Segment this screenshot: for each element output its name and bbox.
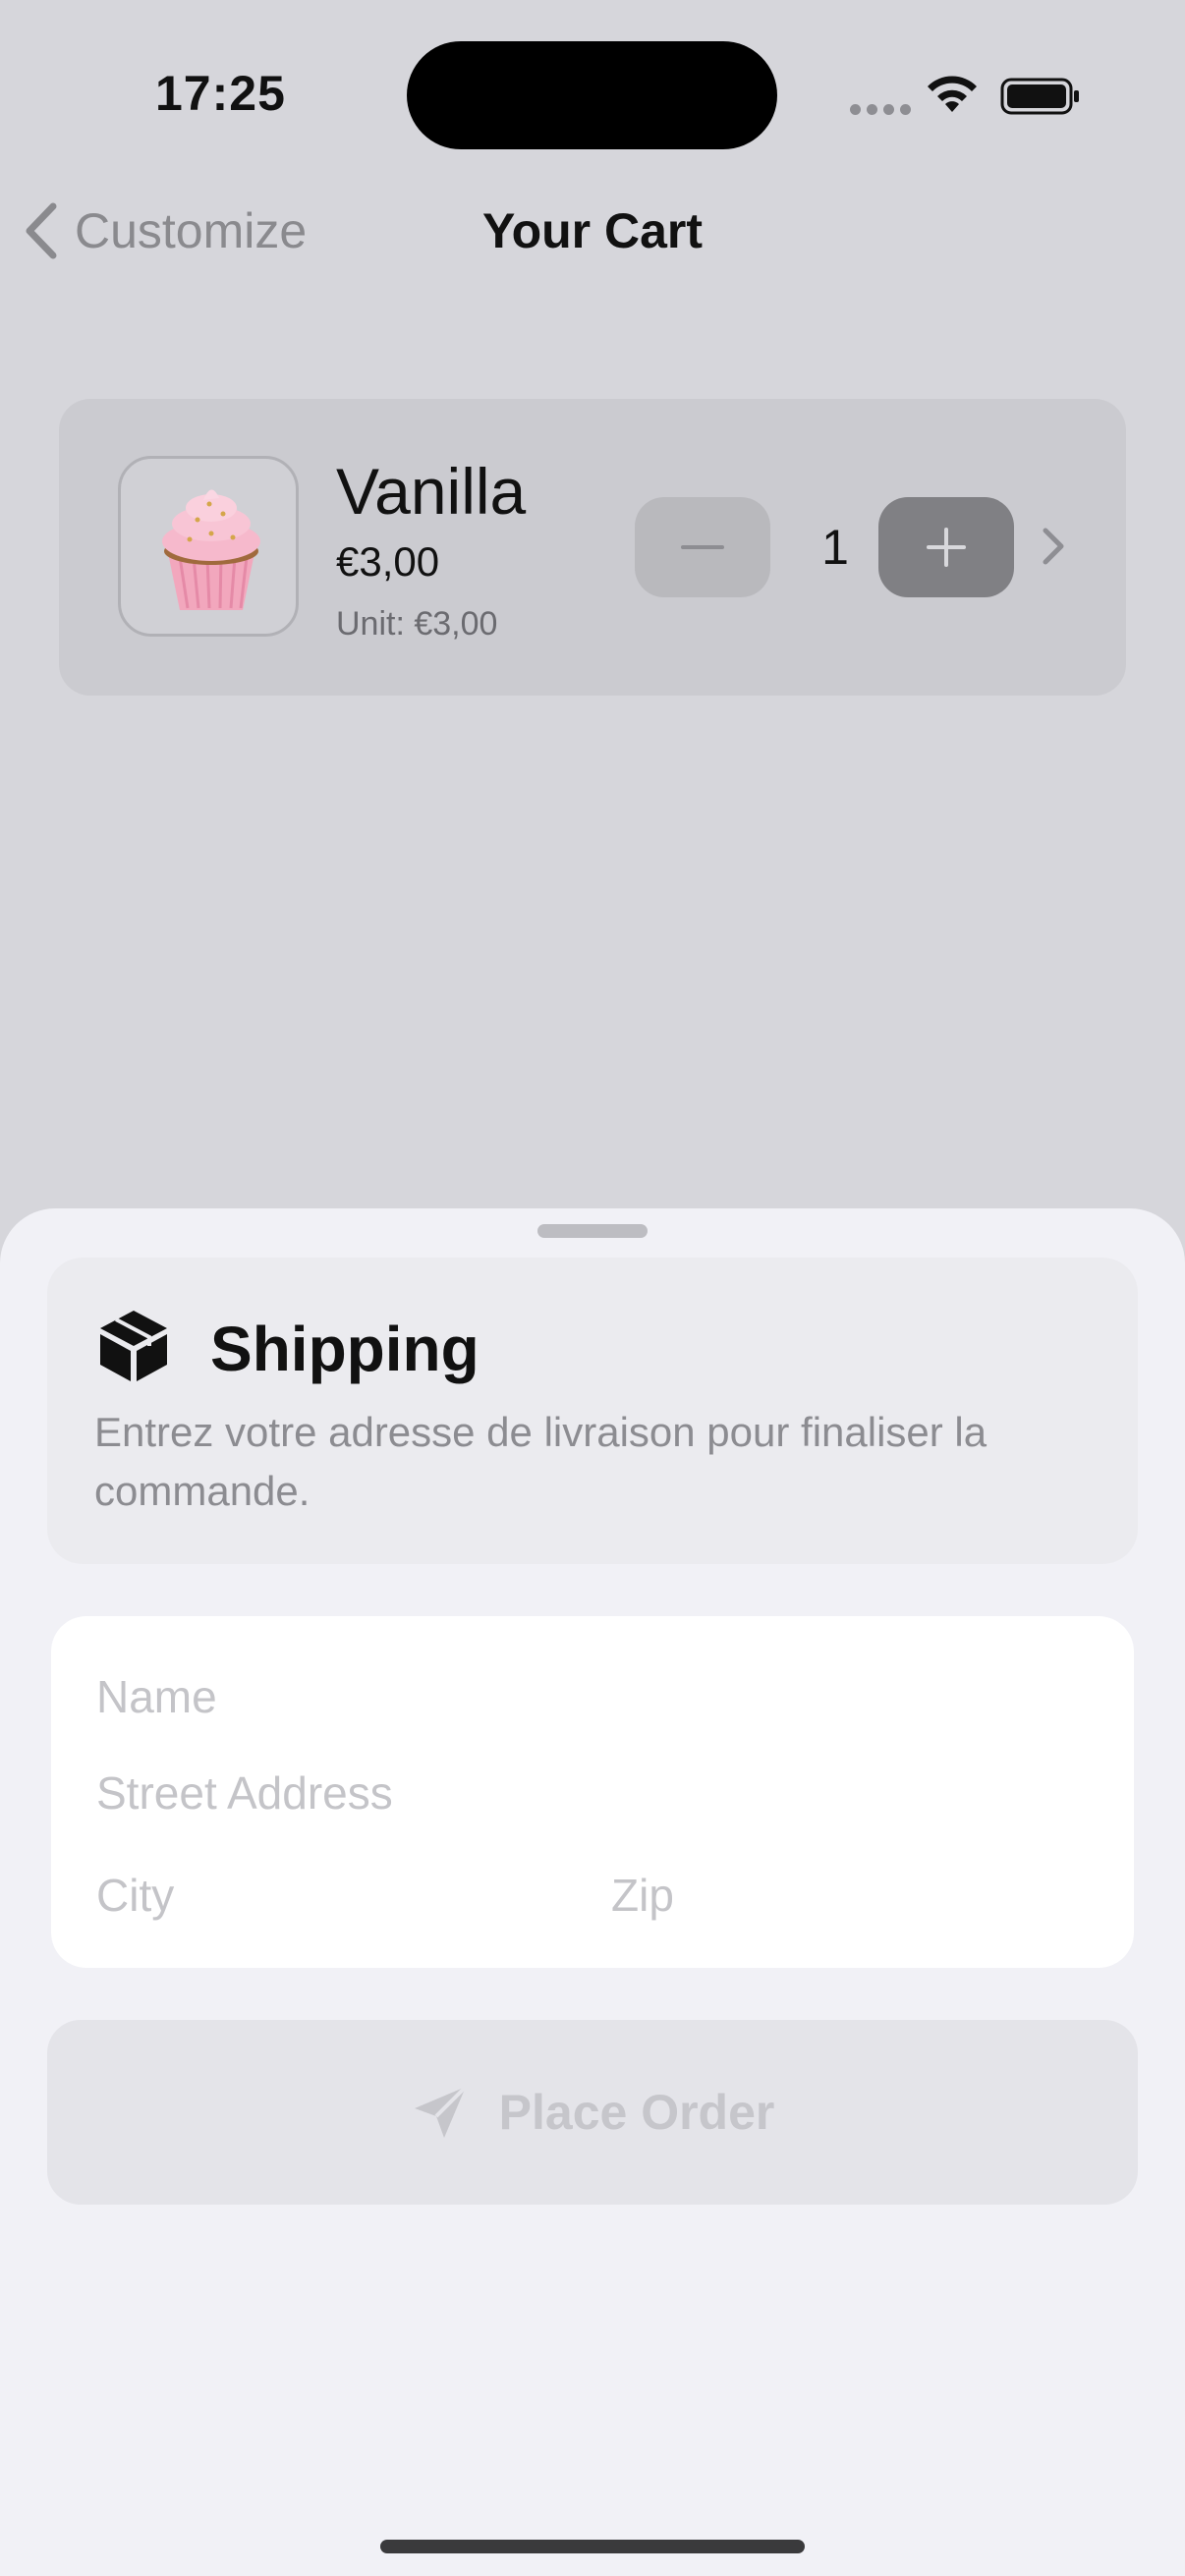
send-icon (414, 2085, 468, 2138)
page-title: Your Cart (481, 203, 704, 258)
product-thumbnail (118, 456, 299, 637)
dynamic-island (407, 41, 777, 149)
quantity-value: 1 (821, 520, 849, 575)
increase-quantity-button[interactable] (878, 497, 1014, 597)
cellular-dots-icon (850, 102, 917, 120)
sheet-grabber[interactable] (537, 1224, 648, 1238)
box-icon (100, 1311, 167, 1381)
status-time: 17:25 (155, 66, 286, 121)
zip-field[interactable] (611, 1866, 1083, 1925)
address-form (51, 1616, 1134, 1968)
battery-icon (1000, 78, 1079, 115)
cart-item-card[interactable]: Vanilla €3,00 Unit: €3,00 1 (59, 399, 1126, 696)
product-name: Vanilla (336, 455, 527, 528)
decrease-quantity-button[interactable] (635, 497, 770, 597)
city-field[interactable] (96, 1866, 568, 1925)
cupcake-icon (162, 489, 260, 610)
home-indicator[interactable] (380, 2540, 805, 2553)
shipping-sheet: Shipping Entrez votre adresse de livrais… (0, 1208, 1185, 2576)
street-address-field[interactable] (96, 1764, 1079, 1822)
shipping-header-card: Shipping Entrez votre adresse de livrais… (47, 1258, 1138, 1564)
product-price: €3,00 (336, 538, 440, 585)
wifi-icon (928, 76, 977, 112)
shipping-description: Entrez votre adresse de livraison pour f… (94, 1409, 988, 1514)
unit-price: Unit: €3,00 (336, 605, 498, 643)
chevron-right-icon[interactable] (1040, 525, 1067, 568)
status-bar: 17:25 (0, 0, 1185, 187)
place-order-button[interactable]: Place Order (47, 2020, 1138, 2205)
place-order-label: Place Order (498, 2085, 775, 2140)
minus-icon (681, 545, 724, 549)
name-field[interactable] (96, 1667, 1079, 1726)
shipping-title: Shipping (210, 1314, 480, 1384)
